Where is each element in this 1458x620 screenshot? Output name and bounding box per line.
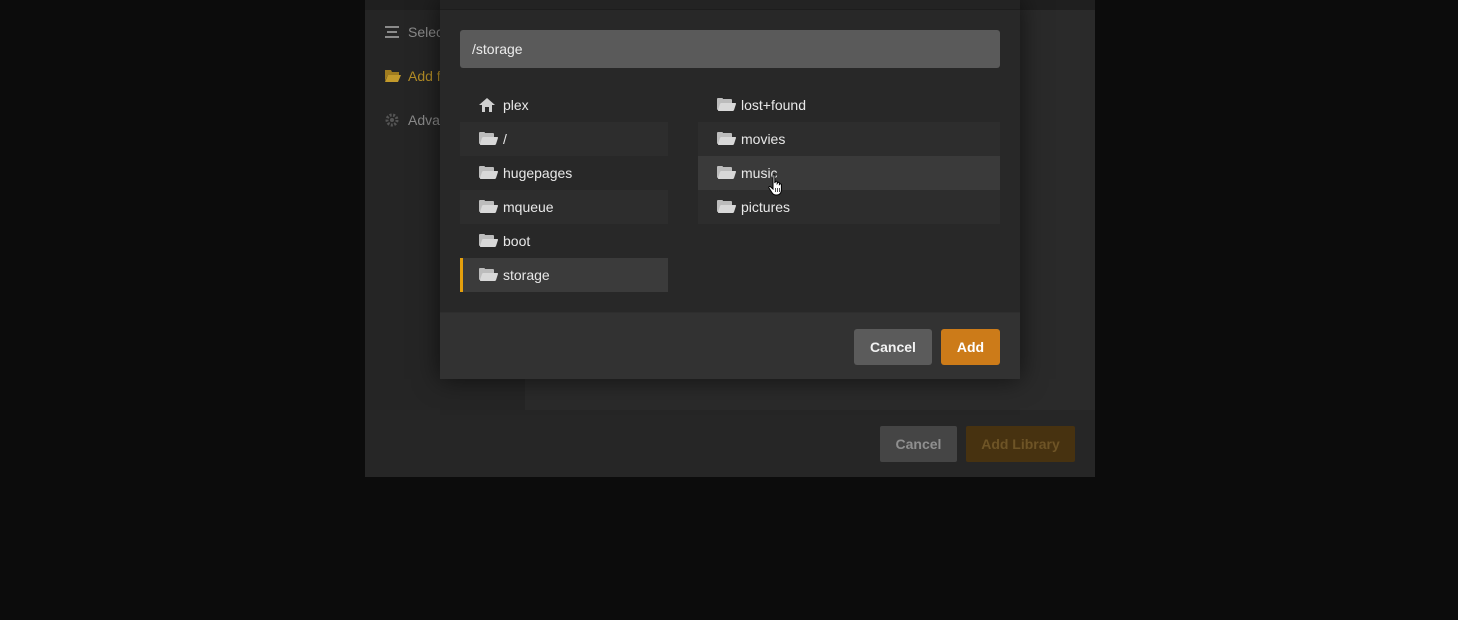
sidebar-item-label: Adva: [408, 112, 440, 128]
sidebar-item-label: Add f: [408, 68, 441, 84]
folder-label: mqueue: [503, 199, 554, 215]
folder-item-lost-found[interactable]: lost+found: [698, 88, 1000, 122]
add-button[interactable]: Add: [941, 329, 1000, 365]
folder-icon: [717, 98, 737, 112]
folder-item-hugepages[interactable]: hugepages: [460, 156, 668, 190]
folder-icon: [479, 268, 499, 282]
cancel-button[interactable]: Cancel: [854, 329, 932, 365]
hand-cursor-icon: [768, 174, 784, 196]
folder-icon: [717, 132, 737, 146]
folder-icon: [479, 132, 499, 146]
folder-icon: [479, 200, 499, 214]
modal-footer: Cancel Add: [440, 312, 1020, 379]
folder-item-music[interactable]: music: [698, 156, 1000, 190]
folder-item-pictures[interactable]: pictures: [698, 190, 1000, 224]
folder-item-root[interactable]: /: [460, 122, 668, 156]
folder-label: pictures: [741, 199, 791, 215]
folder-icon: [717, 166, 737, 180]
path-input[interactable]: [460, 30, 1000, 68]
folder-label: boot: [503, 233, 531, 249]
folder-item-plex[interactable]: plex: [460, 88, 668, 122]
add-library-button[interactable]: Add Library: [966, 426, 1075, 462]
folder-list-right: lost+found movies music pictures: [698, 88, 1000, 224]
folder-item-storage[interactable]: storage: [460, 258, 668, 292]
folder-label: movies: [741, 131, 786, 147]
sidebar-item-select-type[interactable]: Selec: [385, 22, 443, 42]
modal-header-strip: [440, 0, 1020, 10]
sidebar-item-advanced[interactable]: Adva: [385, 110, 440, 130]
dialog-footer: Cancel Add Library: [365, 410, 1095, 477]
folder-item-boot[interactable]: boot: [460, 224, 668, 258]
folder-icon: [385, 69, 401, 83]
gear-icon: [385, 113, 401, 127]
folder-label: plex: [503, 97, 529, 113]
sidebar-item-label: Selec: [408, 24, 444, 40]
folder-list-left: plex / hugepages mqueue boot storage: [460, 88, 668, 292]
folder-label: lost+found: [741, 97, 806, 113]
home-icon: [479, 98, 497, 112]
folder-label: hugepages: [503, 165, 573, 181]
folder-picker-modal: plex / hugepages mqueue boot storage los…: [440, 0, 1020, 379]
folder-icon: [479, 234, 499, 248]
sidebar-item-add-folders[interactable]: Add f: [385, 66, 441, 86]
folder-icon: [717, 200, 737, 214]
folder-item-movies[interactable]: movies: [698, 122, 1000, 156]
folder-icon: [479, 166, 499, 180]
folder-label: /: [503, 131, 507, 147]
folder-label: storage: [503, 267, 550, 283]
cancel-library-button[interactable]: Cancel: [880, 426, 957, 462]
folder-item-mqueue[interactable]: mqueue: [460, 190, 668, 224]
list-icon: [385, 25, 401, 39]
